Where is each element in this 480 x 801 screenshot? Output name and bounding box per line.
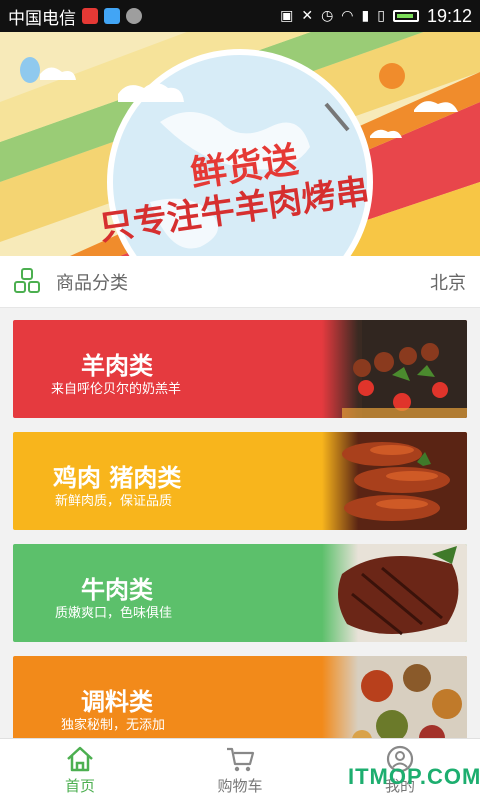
card-subtitle: 来自呼伦贝尔的奶羔羊 (51, 382, 182, 397)
card-subtitle: 质嫩爽口，色味俱佳 (55, 606, 173, 621)
android-icon (126, 8, 142, 24)
tab-home[interactable]: 首页 (0, 739, 160, 801)
card-subtitle: 独家秘制，无添加 (61, 718, 166, 733)
card-title: 牛肉类 (81, 576, 153, 604)
nfc-icon: ▣ (280, 8, 294, 24)
wifi-icon: ◠ (341, 8, 354, 24)
app-notification-icon (104, 8, 120, 24)
category-card-lamb[interactable]: 羊肉类 来自呼伦贝尔的奶羔羊 (13, 320, 467, 418)
tab-home-label: 首页 (64, 776, 95, 795)
category-card-seasoning[interactable]: 调料类 独家秘制，无添加 (13, 656, 467, 738)
category-list: 羊肉类 来自呼伦贝尔的奶羔羊 鸡肉 猪肉类 新鲜肉质，保证品质 牛肉类 质嫩爽口… (0, 320, 480, 738)
category-card-chicken-pork[interactable]: 鸡肉 猪肉类 新鲜肉质，保证品质 (13, 432, 467, 530)
spices-image (322, 656, 467, 738)
card-title: 羊肉类 (81, 352, 153, 380)
battery-icon (392, 10, 419, 22)
watermark: ITMOP.COM (348, 764, 480, 789)
carrier-name: 中国电信 (8, 8, 76, 29)
lamb-skewer-image (322, 320, 467, 418)
tab-cart[interactable]: 购物车 (160, 739, 320, 801)
card-title: 调料类 (81, 688, 153, 716)
category-header: 商品分类 北京 (0, 256, 480, 308)
alarm-icon: ◷ (321, 8, 334, 24)
category-title: 商品分类 (56, 272, 128, 294)
card-title: 鸡肉 猪肉类 (53, 464, 182, 492)
sim-icon: ▯ (377, 8, 385, 24)
signal-icon: ▮ (361, 8, 370, 24)
promo-banner[interactable]: 鲜货送 只专注牛羊肉烤串 (0, 32, 480, 256)
home-icon (67, 746, 93, 771)
beef-steak-image (322, 544, 467, 642)
city-selector[interactable]: 北京 (430, 269, 466, 295)
category-grid-icon (14, 267, 42, 296)
notification-icon (82, 8, 98, 24)
category-card-beef[interactable]: 牛肉类 质嫩爽口，色味俱佳 (13, 544, 467, 642)
tab-cart-label: 购物车 (217, 776, 263, 795)
shopping-cart-icon (227, 747, 255, 771)
status-bar: 中国电信 ▣ ✕ ◷ ◠ ▮ ▯ 19:12 (0, 0, 480, 32)
chicken-wings-image (322, 432, 467, 530)
clock: 19:12 (426, 5, 472, 26)
mute-icon: ✕ (301, 8, 314, 24)
card-subtitle: 新鲜肉质，保证品质 (55, 494, 173, 509)
